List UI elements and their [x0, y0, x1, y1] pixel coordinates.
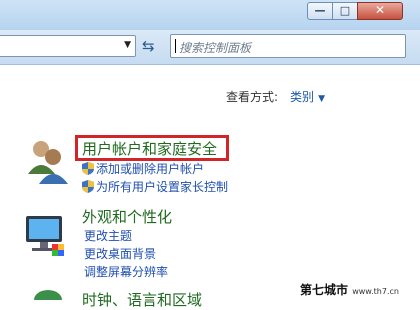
text-caret [175, 39, 176, 53]
clock-globe-icon [34, 290, 62, 300]
shield-icon [82, 180, 94, 193]
link-change-theme[interactable]: 更改主题 [84, 227, 132, 244]
link-parental-controls[interactable]: 为所有用户设置家长控制 [96, 178, 228, 195]
link-change-desktop-background[interactable]: 更改桌面背景 [84, 245, 156, 262]
chevron-down-icon[interactable]: ▼ [124, 40, 131, 50]
watermark-url: www.th7.cn [352, 287, 399, 296]
link-adjust-resolution[interactable]: 调整屏幕分辨率 [84, 263, 168, 280]
user-accounts-icon [28, 141, 68, 184]
address-bar[interactable]: ▼ [0, 35, 136, 57]
navigation-toolbar: ▼ ⇆ 搜索控制面板 [0, 30, 420, 65]
watermark-text: 第七城市 [300, 283, 349, 297]
refresh-icon[interactable]: ⇆ [142, 38, 155, 54]
shield-icon [82, 162, 94, 175]
link-add-remove-accounts[interactable]: 添加或删除用户帐户 [96, 160, 204, 177]
highlight-box [75, 135, 229, 161]
appearance-icon [26, 216, 64, 256]
view-by-dropdown[interactable]: 类别 [290, 90, 314, 104]
search-placeholder: 搜索控制面板 [179, 41, 252, 55]
search-input[interactable]: 搜索控制面板 [170, 34, 406, 58]
category-appearance[interactable]: 外观和个性化 [82, 206, 172, 227]
view-by-label: 查看方式: [226, 90, 279, 104]
close-button[interactable]: ✕ [357, 2, 403, 20]
maximize-button[interactable]: □ [332, 2, 358, 20]
chevron-down-icon[interactable]: ▼ [318, 94, 325, 104]
title-bar: — □ ✕ [0, 0, 420, 30]
minimize-button[interactable]: — [307, 2, 333, 20]
watermark: 第七城市 www.th7.cn [300, 281, 399, 298]
view-by-control: 查看方式: 类别 ▼ [226, 88, 325, 105]
